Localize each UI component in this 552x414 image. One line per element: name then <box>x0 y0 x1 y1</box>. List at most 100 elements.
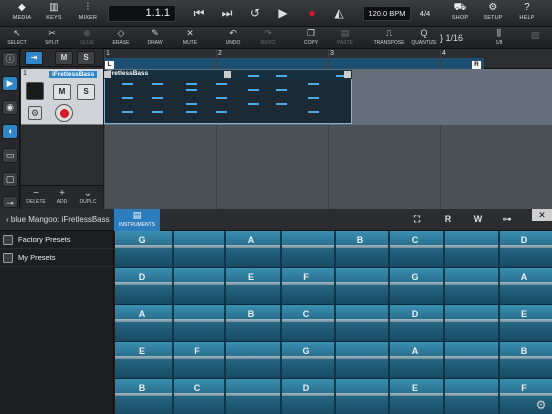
midi-note[interactable] <box>276 89 287 91</box>
track-name[interactable]: iFretlessBass <box>49 71 98 78</box>
record-button[interactable]: ● <box>301 5 323 22</box>
midi-note[interactable] <box>308 83 319 85</box>
global-solo-button[interactable]: S <box>77 51 95 65</box>
midi-note[interactable] <box>122 111 133 113</box>
track-mute-button[interactable]: M <box>53 84 71 100</box>
loop-browser-button[interactable]: ◉ <box>2 100 18 115</box>
play-button[interactable]: ▶ <box>272 5 294 22</box>
settings-gear-button[interactable]: ⚙ <box>532 398 550 412</box>
instrument-icon[interactable] <box>26 82 44 100</box>
midi-note[interactable] <box>336 75 344 77</box>
delete-track-button[interactable]: − DELETE <box>23 188 49 205</box>
loop-button[interactable]: ↺ <box>244 5 266 22</box>
info-button[interactable]: ⓘ <box>2 52 18 67</box>
midi-note[interactable] <box>186 83 197 85</box>
midi-note[interactable] <box>248 89 259 91</box>
minus-icon: − <box>33 188 39 199</box>
region-handle[interactable] <box>224 71 231 78</box>
cursor-icon: ↖ <box>13 28 21 38</box>
paste-button[interactable]: ▤ PASTE <box>330 28 360 48</box>
midi-note[interactable] <box>216 111 227 113</box>
mixer-button[interactable]: ⫶ MIXER <box>66 2 110 26</box>
loop-range[interactable] <box>104 58 484 69</box>
midi-note[interactable] <box>276 75 287 77</box>
note-label: A <box>520 272 528 282</box>
loop-icon: ◉ <box>6 102 14 112</box>
duplicate-track-button[interactable]: ⌄ DUPLC <box>75 188 101 205</box>
note-label: B <box>247 309 255 319</box>
position-display[interactable]: 1.1.1 <box>108 5 176 22</box>
add-track-button[interactable]: + ADD <box>49 188 75 205</box>
close-panel-button[interactable]: ✕ <box>532 209 552 221</box>
quantize-value[interactable]: } 1/16 <box>440 29 472 47</box>
midi-note[interactable] <box>216 83 227 85</box>
track-view-button[interactable]: ⇥ <box>25 51 43 65</box>
note-label: A <box>247 235 255 245</box>
instruments-tab[interactable]: ▤ INSTRUMENTS <box>114 209 160 231</box>
midi-note[interactable] <box>186 111 197 113</box>
skip-back-icon: ⏮ <box>193 6 205 20</box>
copy-button[interactable]: ❐ COPY <box>296 28 326 48</box>
midi-note[interactable] <box>152 83 163 85</box>
link-button[interactable]: ⊸ <box>2 196 18 208</box>
grid-button[interactable]: ⫼ 1/8 <box>484 28 514 48</box>
right-locator[interactable]: R <box>472 61 481 69</box>
transpose-button[interactable]: ⎍ TRANSPOSE <box>372 28 406 48</box>
redo-button[interactable]: ↷ REDO <box>253 28 283 48</box>
instrument-browser-button[interactable]: ▶ <box>2 76 18 91</box>
audio-browser-button[interactable]: ◖ <box>2 124 18 139</box>
erase-tool[interactable]: ◇ ERASE <box>106 28 136 48</box>
midi-note[interactable] <box>122 83 133 85</box>
metronome-icon: ◭ <box>334 6 344 20</box>
monitor-button[interactable]: ▢ <box>2 172 18 187</box>
preset-folder[interactable]: Factory Presets <box>0 231 114 249</box>
fullscreen-button[interactable]: ⛶ <box>408 211 426 228</box>
editor-button[interactable]: ▭ <box>2 148 18 163</box>
time-signature[interactable]: 4/4 <box>414 6 436 21</box>
midi-note[interactable] <box>248 75 259 77</box>
extra-tool-icon: ▨ <box>530 30 540 40</box>
midi-note[interactable] <box>152 97 163 99</box>
extra-tool[interactable]: ▨ <box>520 30 550 46</box>
write-automation-button[interactable]: W <box>469 211 487 228</box>
left-locator[interactable]: L <box>105 61 114 69</box>
note-label: E <box>520 309 527 319</box>
undo-button[interactable]: ↶ UNDO <box>218 28 248 48</box>
midi-note[interactable] <box>308 111 319 113</box>
split-tool[interactable]: ✂ SPLIT <box>37 28 67 48</box>
track-solo-button[interactable]: S <box>77 84 95 100</box>
region-left-handle[interactable] <box>104 71 111 78</box>
chevron-down-icon: ⌄ <box>83 188 93 199</box>
help-button[interactable]: ? HELP <box>505 2 549 26</box>
rewind-start-button[interactable]: ⏮ <box>188 5 210 22</box>
insert-button[interactable]: ⚙ <box>28 106 42 120</box>
play-icon: ▶ <box>278 6 288 20</box>
select-tool[interactable]: ↖ SELECT <box>2 28 32 48</box>
note-label: D <box>302 383 310 393</box>
midi-note[interactable] <box>308 97 319 99</box>
region-right-handle[interactable] <box>344 71 351 78</box>
bass-fretboard[interactable]: G A B C D D E F G A A B C D E E F G A B … <box>115 231 552 414</box>
midi-note[interactable] <box>186 89 197 91</box>
read-automation-button[interactable]: R <box>439 211 457 228</box>
tempo-display[interactable]: 120.0 BPM <box>363 6 411 21</box>
forward-end-button[interactable]: ⏭ <box>216 5 238 22</box>
routing-button[interactable]: ⊶ <box>498 211 516 228</box>
note-label: B <box>138 383 146 393</box>
midi-note[interactable] <box>276 103 287 105</box>
bar-number: 3 <box>330 50 334 57</box>
mute-tool[interactable]: ✕ MUTE <box>175 28 205 48</box>
quantize-button[interactable]: Q QUANTIZE <box>408 28 440 48</box>
glue-tool[interactable]: ⊕ GLUE <box>72 28 102 48</box>
preset-folder[interactable]: My Presets <box>0 249 114 267</box>
metronome-button[interactable]: ◭ <box>328 5 350 22</box>
draw-tool[interactable]: ✎ DRAW <box>140 28 170 48</box>
midi-note[interactable] <box>248 103 259 105</box>
midi-note[interactable] <box>186 103 197 105</box>
midi-note[interactable] <box>152 111 163 113</box>
note-label: D <box>138 272 146 282</box>
midi-note[interactable] <box>122 97 133 99</box>
record-arm-button[interactable] <box>55 104 73 122</box>
global-mute-button[interactable]: M <box>55 51 73 65</box>
midi-note[interactable] <box>216 97 227 99</box>
